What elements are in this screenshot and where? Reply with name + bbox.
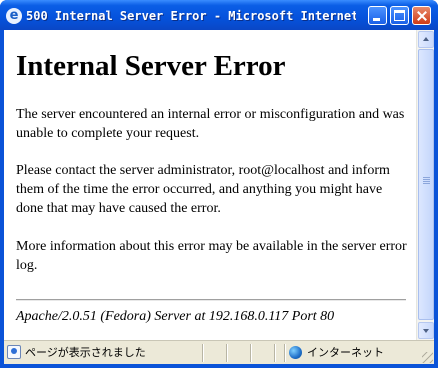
server-signature: Apache/2.0.51 (Fedora) Server at 192.168… <box>16 309 335 324</box>
status-text: ページが表示されました <box>25 346 146 359</box>
globe-icon <box>289 346 302 359</box>
page-title: Internal Server Error <box>16 50 286 82</box>
title-bar[interactable]: e 500 Internal Server Error - Microsoft … <box>0 0 438 30</box>
contact-message: Please contact the server administrator,… <box>16 163 390 216</box>
close-button[interactable] <box>412 6 431 25</box>
vertical-scrollbar[interactable] <box>416 30 434 340</box>
status-divider <box>202 344 204 362</box>
status-divider <box>284 344 286 362</box>
minimize-button[interactable] <box>368 6 387 25</box>
page-content: Internal Server Error The server encount… <box>4 30 416 340</box>
grip-icon <box>423 177 430 185</box>
resize-grip-icon[interactable] <box>422 352 433 363</box>
status-divider <box>250 344 252 362</box>
scroll-up-button[interactable] <box>418 31 434 48</box>
log-message: More information about this error may be… <box>16 239 407 273</box>
scroll-thumb[interactable] <box>418 49 434 320</box>
error-message: The server encountered an internal error… <box>16 107 405 141</box>
status-divider <box>274 344 276 362</box>
status-bar: ページが表示されました インターネット <box>4 340 434 364</box>
horizontal-rule <box>16 299 406 301</box>
page-done-icon <box>7 345 21 359</box>
scroll-down-button[interactable] <box>418 322 434 339</box>
status-divider <box>226 344 228 362</box>
browser-window: e 500 Internal Server Error - Microsoft … <box>0 0 438 368</box>
ie-icon[interactable]: e <box>6 8 22 24</box>
security-zone[interactable]: インターネット <box>307 345 384 360</box>
maximize-button[interactable] <box>390 6 409 25</box>
window-title: 500 Internal Server Error - Microsoft In… <box>26 9 356 23</box>
